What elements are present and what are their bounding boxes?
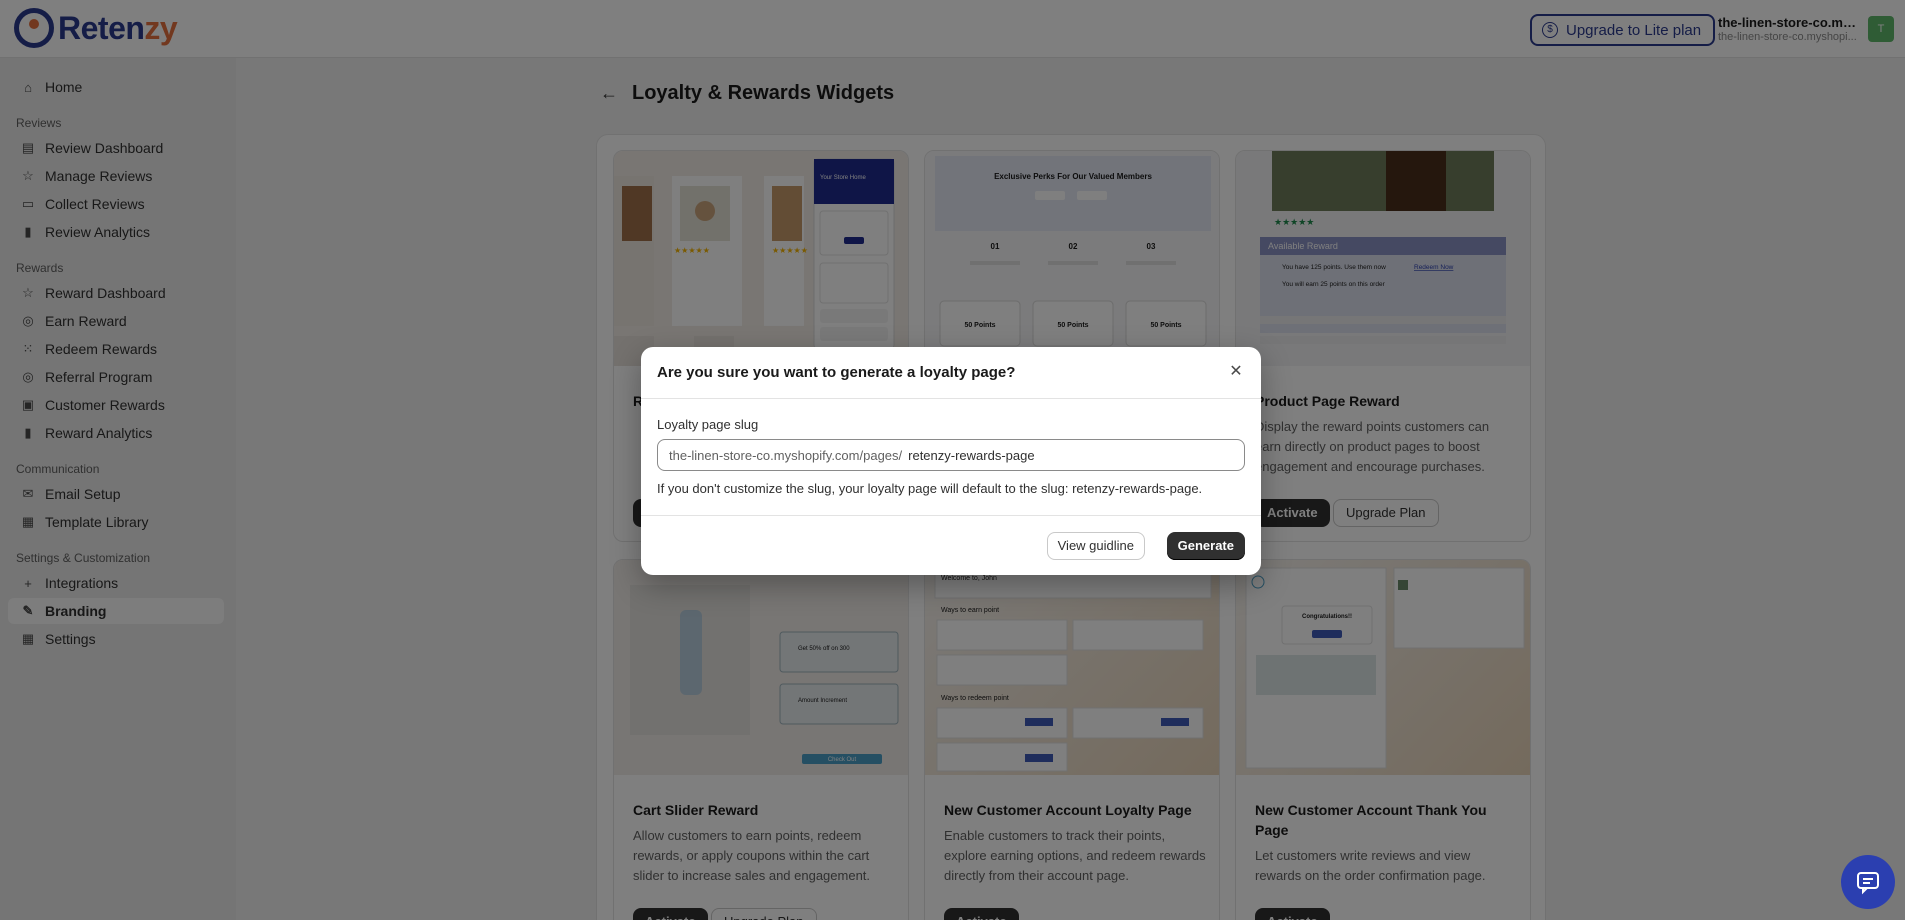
slug-input[interactable]: [908, 447, 1037, 463]
chat-icon: [1857, 872, 1879, 895]
view-guideline-button[interactable]: View guidline: [1046, 532, 1145, 560]
generate-button[interactable]: Generate: [1166, 532, 1245, 560]
close-icon[interactable]: ✕: [1225, 361, 1247, 383]
slug-prefix: the-linen-store-co.myshopify.com/pages/: [669, 447, 903, 463]
modal-title: Are you sure you want to generate a loya…: [657, 364, 1016, 381]
slug-helper-text: If you don't customize the slug, your lo…: [657, 481, 1203, 496]
chat-support-button[interactable]: [1841, 855, 1895, 909]
generate-loyalty-page-modal: Are you sure you want to generate a loya…: [641, 347, 1261, 575]
slug-field-label: Loyalty page slug: [657, 417, 759, 432]
modal-header: Are you sure you want to generate a loya…: [641, 347, 1261, 399]
slug-field[interactable]: the-linen-store-co.myshopify.com/pages/: [657, 439, 1245, 471]
modal-footer: View guidline Generate: [641, 515, 1261, 575]
